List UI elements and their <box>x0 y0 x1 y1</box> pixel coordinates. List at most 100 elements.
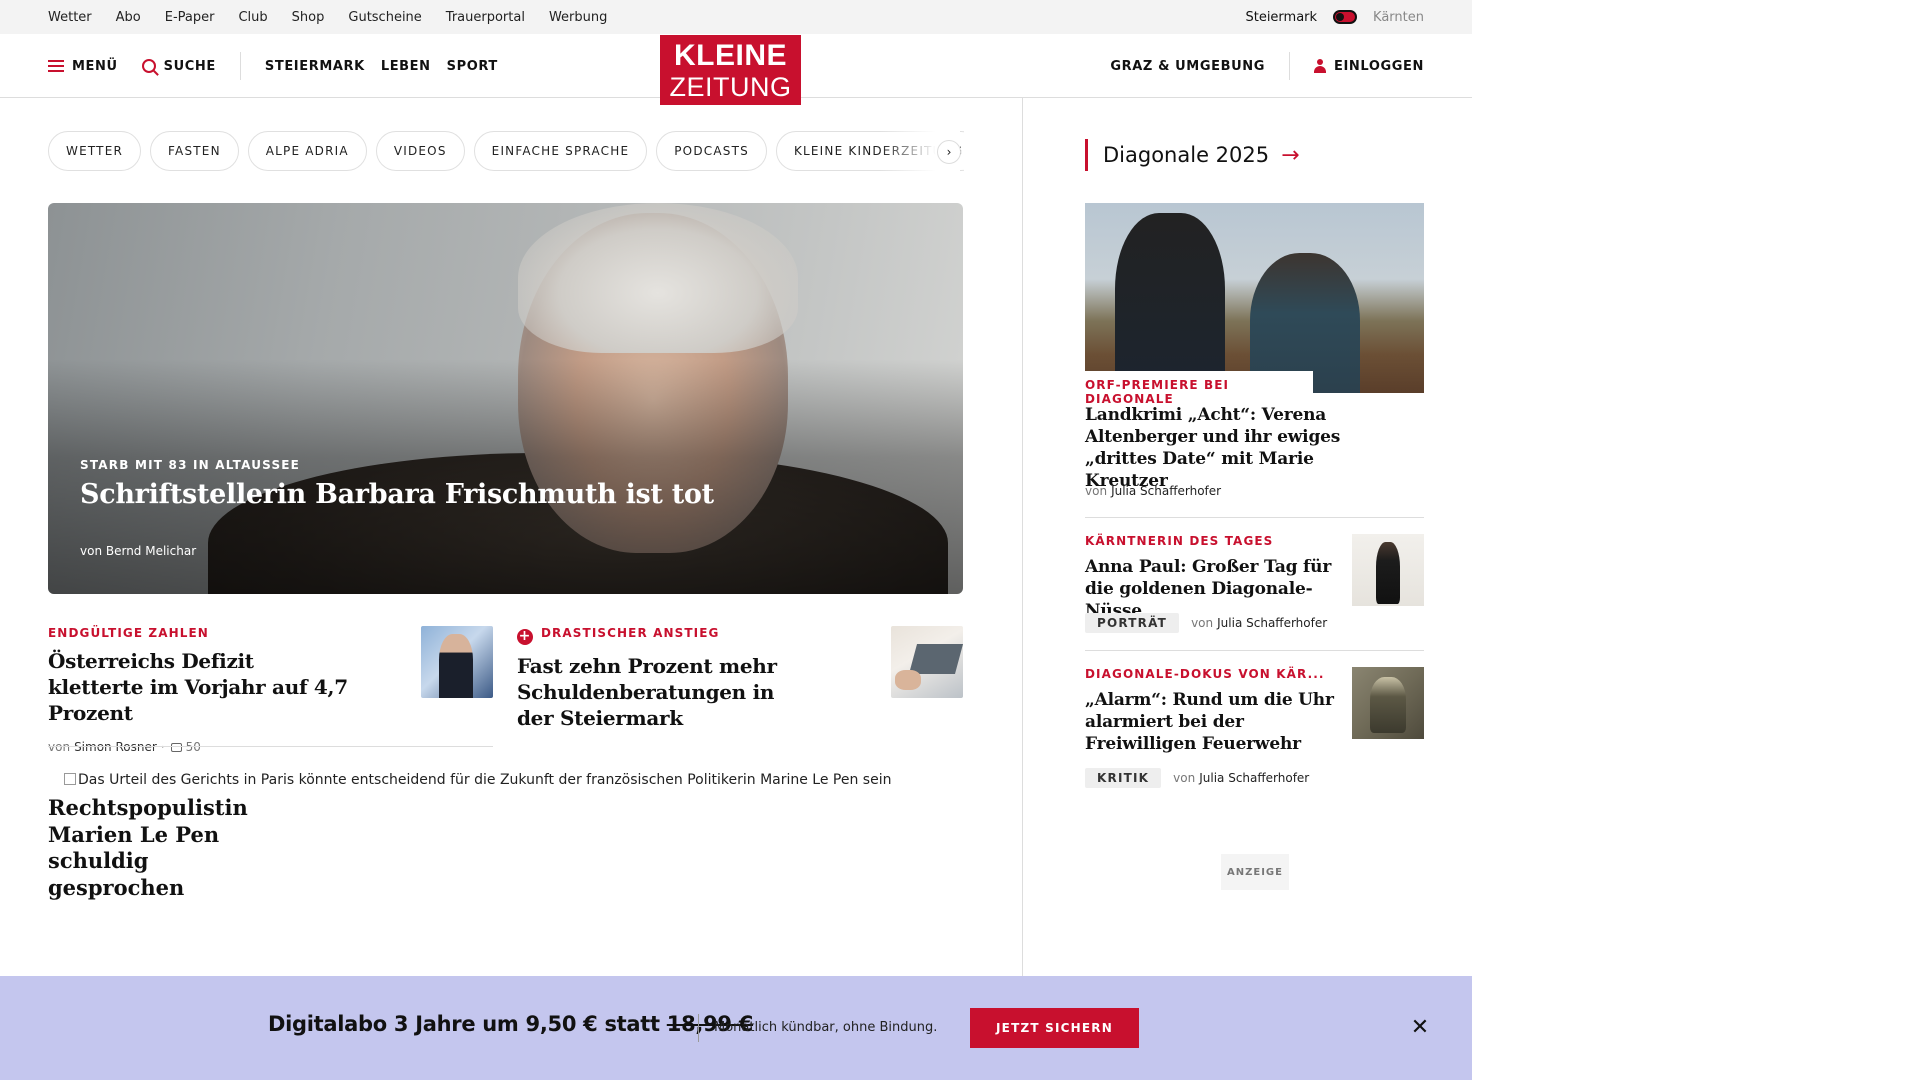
badge-kritik: KRITIK <box>1085 768 1162 788</box>
region-steiermark[interactable]: Steiermark <box>1245 10 1317 25</box>
hero-title: Schriftstellerin Barbara Frischmuth ist … <box>80 479 714 510</box>
premium-plus-icon: + <box>517 628 533 645</box>
feature-meta: von Julia Schafferhofer <box>1085 484 1221 498</box>
header-divider-right <box>1289 52 1291 80</box>
sidebar-meta: KRITIK von Julia Schafferhofer <box>1085 768 1309 788</box>
region-kaernten[interactable]: Kärnten <box>1373 10 1424 25</box>
sidebar-author[interactable]: Julia Schafferhofer <box>1199 771 1309 785</box>
utility-link-gutscheine[interactable]: Gutscheine <box>348 10 421 25</box>
menu-label: MENÜ <box>72 58 118 74</box>
comment-count[interactable]: 50 <box>186 740 201 754</box>
article-card-schuldenberatung[interactable]: + DRASTISCHER ANSTIEG Fast zehn Prozent m… <box>517 626 817 731</box>
article-meta: von Simon Rosner · 50 <box>48 740 348 754</box>
logo-line2: ZEITUNG <box>669 72 792 102</box>
promo-headline: Digitalabo 3 Jahre um 9,50 € statt 18,99… <box>268 1012 753 1036</box>
site-logo[interactable]: KLEINE ZEITUNG <box>660 35 801 105</box>
utility-link-wetter[interactable]: Wetter <box>48 10 92 25</box>
subscription-banner: Digitalabo 3 Jahre um 9,50 € statt 18,99… <box>0 976 1472 1080</box>
promo-headline-main: Digitalabo 3 Jahre um 9,50 € statt <box>268 1012 660 1036</box>
byline-prefix: von <box>1085 484 1108 498</box>
byline-prefix: von <box>1191 616 1214 630</box>
sidebar-author[interactable]: Julia Schafferhofer <box>1217 616 1327 630</box>
search-button[interactable]: SUCHE <box>141 58 216 74</box>
feature-person-1 <box>1115 213 1225 393</box>
hero-byline: von Bernd Melichar <box>80 544 197 558</box>
login-label: EINLOGGEN <box>1334 58 1424 74</box>
promo-cta-button[interactable]: JETZT SICHERN <box>970 1008 1139 1048</box>
utility-links: Wetter Abo E-Paper Club Shop Gutscheine … <box>48 0 607 34</box>
article-title: Fast zehn Prozent mehr Schuldenberatunge… <box>517 654 777 730</box>
close-icon[interactable]: ✕ <box>1408 1016 1432 1040</box>
search-icon <box>141 59 156 73</box>
nav-leben[interactable]: LEBEN <box>381 59 431 74</box>
logo-line1: KLEINE <box>673 39 787 72</box>
broken-image-icon <box>64 773 76 785</box>
feature-kicker-box: ORF-PREMIERE BEI DIAGONALE <box>1085 371 1313 406</box>
article-divider <box>48 746 493 747</box>
article-title-lepen[interactable]: Rechtspopulistin Marien Le Pen schuldig … <box>48 795 248 901</box>
utility-link-werbung[interactable]: Werbung <box>549 10 607 25</box>
feature-title[interactable]: Landkrimi „Acht“: Verena Altenberger und… <box>1085 404 1385 492</box>
pills-next-button[interactable]: › <box>937 140 961 164</box>
byline-prefix: von <box>1173 771 1196 785</box>
nav-steiermark[interactable]: STEIERMARK <box>265 59 365 74</box>
sidebar-thumb-alarm[interactable] <box>1352 667 1424 739</box>
article-author[interactable]: Simon Rosner <box>74 740 157 754</box>
section-title: Diagonale 2025 <box>1103 143 1270 167</box>
topic-pills: WETTER FASTEN ALPE ADRIA VIDEOS EINFACHE… <box>48 131 964 171</box>
local-region-link[interactable]: GRAZ & UMGEBUNG <box>1110 59 1265 74</box>
search-label: SUCHE <box>163 58 216 74</box>
hero-article[interactable]: STARB MIT 83 IN ALTAUSSEE Schriftsteller… <box>48 203 963 594</box>
sidebar-kicker: KÄRNTNERIN DES TAGES <box>1085 534 1274 548</box>
image-alt-text: Das Urteil des Gerichts in Paris könnte … <box>78 772 892 788</box>
region-toggle[interactable] <box>1333 10 1358 24</box>
broken-image-alt: Das Urteil des Gerichts in Paris könnte … <box>64 772 891 788</box>
page-gutter <box>1472 0 1920 1080</box>
sidebar-thumb-anna-paul[interactable] <box>1352 534 1424 606</box>
utility-link-abo[interactable]: Abo <box>116 10 141 25</box>
menu-button[interactable]: MENÜ <box>48 59 118 74</box>
login-button[interactable]: EINLOGGEN <box>1314 59 1424 74</box>
comment-icon <box>170 742 182 752</box>
article-thumb-defizit[interactable] <box>421 626 493 698</box>
feature-author[interactable]: Julia Schafferhofer <box>1111 484 1221 498</box>
pill-wetter[interactable]: WETTER <box>48 131 142 171</box>
page: Wetter Abo E-Paper Club Shop Gutscheine … <box>0 0 1472 1080</box>
sidebar-divider <box>1085 517 1424 518</box>
article-title: Österreichs Defizit kletterte im Vorjahr… <box>48 649 348 725</box>
arrow-right-icon: → <box>1281 142 1300 168</box>
hero-overlay <box>48 203 963 594</box>
header-right: GRAZ & UMGEBUNG EINLOGGEN <box>1110 34 1424 98</box>
pill-einfache-sprache[interactable]: EINFACHE SPRACHE <box>473 131 648 171</box>
utility-link-shop[interactable]: Shop <box>292 10 325 25</box>
user-icon <box>1314 59 1327 73</box>
ad-label: ANZEIGE <box>1221 854 1289 890</box>
sidebar-title[interactable]: „Alarm“: Rund um die Uhr alarmiert bei d… <box>1085 689 1335 755</box>
main-header: MENÜ SUCHE STEIERMARK LEBEN SPORT KLEINE… <box>0 34 1472 105</box>
article-kicker: ENDGÜLTIGE ZAHLEN <box>48 626 209 640</box>
article-card-defizit[interactable]: ENDGÜLTIGE ZAHLEN Österreichs Defizit kl… <box>48 626 348 754</box>
promo-divider <box>698 1014 699 1042</box>
nav-sport[interactable]: SPORT <box>447 59 498 74</box>
hero-kicker: STARB MIT 83 IN ALTAUSSEE <box>80 458 301 472</box>
feature-kicker: ORF-PREMIERE BEI DIAGONALE <box>1085 378 1230 406</box>
pill-fasten[interactable]: FASTEN <box>150 131 239 171</box>
header-divider <box>239 52 241 80</box>
article-kicker: + DRASTISCHER ANSTIEG <box>517 626 817 645</box>
pill-videos[interactable]: VIDEOS <box>375 131 465 171</box>
utility-bar: Wetter Abo E-Paper Club Shop Gutscheine … <box>0 0 1472 34</box>
utility-link-trauerportal[interactable]: Trauerportal <box>446 10 525 25</box>
pill-podcasts[interactable]: PODCASTS <box>656 131 767 171</box>
article-thumb-schulden[interactable] <box>891 626 963 698</box>
sidebar-divider <box>1085 650 1424 651</box>
region-switch: Steiermark Kärnten <box>1245 0 1424 34</box>
pill-alpe-adria[interactable]: ALPE ADRIA <box>247 131 367 171</box>
header-left: MENÜ SUCHE STEIERMARK LEBEN SPORT <box>48 34 498 98</box>
feature-image[interactable] <box>1085 203 1424 393</box>
utility-link-epaper[interactable]: E-Paper <box>165 10 215 25</box>
section-diagonale[interactable]: Diagonale 2025 → <box>1085 139 1300 171</box>
utility-link-club[interactable]: Club <box>238 10 267 25</box>
column-divider <box>1022 98 1023 976</box>
promo-subline: Monatlich kündbar, ohne Bindung. <box>714 1020 938 1035</box>
badge-portraet: PORTRÄT <box>1085 613 1180 633</box>
